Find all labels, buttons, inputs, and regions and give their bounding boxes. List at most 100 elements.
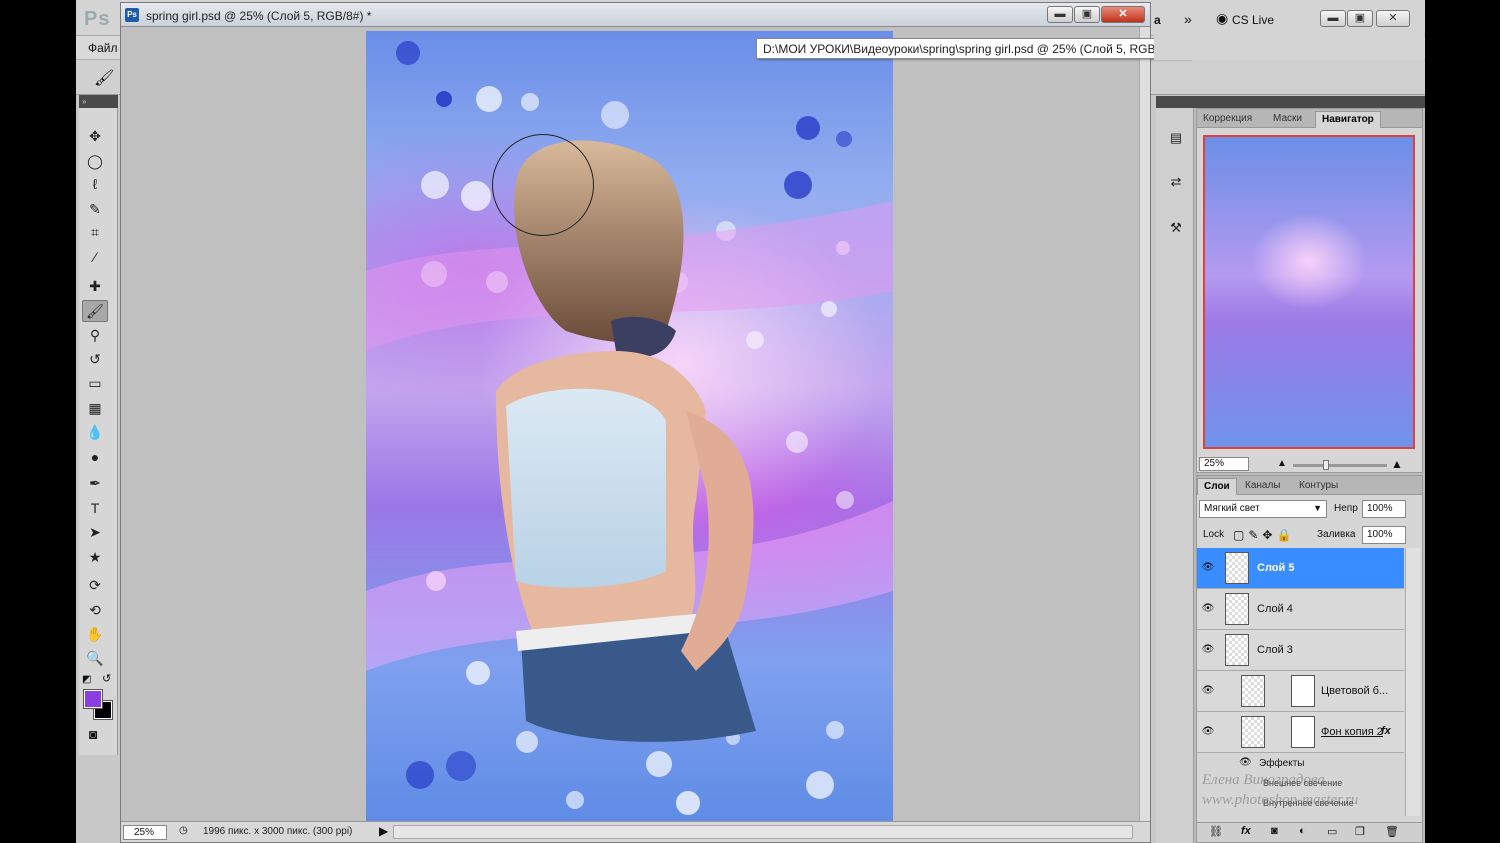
zoom-in-icon[interactable]: ▲ xyxy=(1391,457,1403,471)
actions-panel-icon[interactable]: ⚒ xyxy=(1164,216,1188,240)
navigator-zoom-slider[interactable] xyxy=(1293,464,1387,467)
gradient-tool-icon[interactable]: ▦ xyxy=(82,397,108,419)
status-menu-arrow-icon[interactable]: ▶ xyxy=(379,824,388,838)
adjustment-layer-icon[interactable]: ◐ xyxy=(1299,825,1306,837)
visibility-eye-icon[interactable]: 👁 xyxy=(1201,684,1215,698)
vertical-scrollbar[interactable] xyxy=(1139,27,1150,823)
blend-mode-select[interactable]: Мягкий свет ▼ xyxy=(1199,500,1327,518)
visibility-eye-icon[interactable]: 👁 xyxy=(1201,725,1215,739)
navigator-zoom-field[interactable]: 25% xyxy=(1199,457,1249,471)
foreground-color-swatch[interactable] xyxy=(83,689,103,709)
layer-mask-thumbnail[interactable] xyxy=(1291,675,1315,707)
navigator-panel: Коррекция Маски Навигатор 25% ▲ ▲ xyxy=(1196,108,1423,473)
toolbox-collapse-handle[interactable]: » xyxy=(79,95,118,108)
layer-name: Цветовой б... xyxy=(1321,685,1389,697)
tab-corrections[interactable]: Коррекция xyxy=(1197,111,1258,128)
new-layer-icon[interactable]: ❐ xyxy=(1355,825,1365,838)
layer-row[interactable]: 👁 Слой 3 xyxy=(1197,630,1404,671)
quick-mask-icon[interactable]: ◙ xyxy=(89,726,97,742)
panel-dock-header[interactable] xyxy=(1156,96,1425,108)
type-tool-icon[interactable]: T xyxy=(82,497,108,519)
artwork-canvas[interactable] xyxy=(366,31,893,822)
brush-preset-icon[interactable]: 🖌 xyxy=(94,68,114,88)
move-tool-icon[interactable]: ✥ xyxy=(82,125,108,147)
shape-tool-icon[interactable]: ★ xyxy=(82,546,108,568)
maximize-button[interactable]: ▣ xyxy=(1074,6,1100,23)
layer-name: Слой 3 xyxy=(1257,644,1293,656)
3d-rotate-tool-icon[interactable]: ⟳ xyxy=(82,574,108,596)
eraser-tool-icon[interactable]: ▭ xyxy=(82,372,108,394)
status-icon[interactable]: ◷ xyxy=(179,825,188,836)
horizontal-scrollbar[interactable] xyxy=(393,825,1133,839)
quick-select-tool-icon[interactable]: ✎ xyxy=(82,198,108,220)
layer-mask-thumbnail[interactable] xyxy=(1291,716,1315,748)
layer-thumbnail xyxy=(1225,552,1249,584)
lasso-tool-icon[interactable]: ℓ xyxy=(82,173,108,195)
fx-icon[interactable]: fx xyxy=(1241,825,1251,837)
cs-live-menu[interactable]: CS Live xyxy=(1232,13,1274,27)
menu-file[interactable]: Файл xyxy=(88,41,118,55)
photoshop-window: Ps Файл 🖌 » ✥ ◯ ℓ ✎ ⌗ ⁄ ✚ 🖌 ⚲ ↺ ▭ ▦ 💧 ● ✒ T ➤ ★ ⟳ ⟲ ✋ 🔍 ◩ ↺ ◙… xyxy=(76,0,1425,843)
add-mask-icon[interactable]: ◙ xyxy=(1271,825,1278,837)
effects-label: Эффекты xyxy=(1259,758,1305,769)
workspace-label: а xyxy=(1154,13,1161,27)
tab-masks[interactable]: Маски xyxy=(1267,111,1308,128)
app-restore-button[interactable]: ▣ xyxy=(1347,10,1373,27)
clone-stamp-tool-icon[interactable]: ⚲ xyxy=(82,324,108,346)
watermark-site: www.photoshop-master.ru xyxy=(1202,792,1359,808)
fill-field[interactable]: 100% xyxy=(1362,526,1406,544)
hand-tool-icon[interactable]: ✋ xyxy=(82,623,108,645)
close-button[interactable]: ✕ xyxy=(1101,6,1145,23)
tab-layers[interactable]: Слои xyxy=(1197,478,1237,495)
app-close-button[interactable]: ✕ xyxy=(1376,10,1410,27)
path-select-tool-icon[interactable]: ➤ xyxy=(82,521,108,543)
navigator-thumbnail[interactable] xyxy=(1203,135,1415,449)
history-brush-tool-icon[interactable]: ↺ xyxy=(82,348,108,370)
dodge-tool-icon[interactable]: ● xyxy=(82,446,108,468)
effects-eye-icon[interactable]: 👁 xyxy=(1239,757,1252,768)
layer-row[interactable]: 👁 Слой 5 xyxy=(1197,548,1404,589)
status-bar: 25% ◷ 1996 пикс. x 3000 пикс. (300 ppi) … xyxy=(121,821,1150,842)
new-group-icon[interactable]: ▭ xyxy=(1327,825,1337,838)
app-minimize-button[interactable]: ▬ xyxy=(1320,10,1346,27)
document-ps-icon: Ps xyxy=(125,8,139,22)
tab-channels[interactable]: Каналы xyxy=(1239,478,1287,495)
minimize-button[interactable]: ▬ xyxy=(1047,6,1073,23)
layer-name: Слой 5 xyxy=(1257,562,1295,574)
link-layers-icon[interactable]: ⛓ xyxy=(1209,825,1223,838)
layers-scrollbar[interactable] xyxy=(1405,548,1420,816)
delete-layer-icon[interactable]: 🗑 xyxy=(1385,825,1399,838)
visibility-eye-icon[interactable]: 👁 xyxy=(1201,643,1215,657)
zoom-tool-icon[interactable]: 🔍 xyxy=(82,647,108,669)
navigator-slider-handle[interactable] xyxy=(1323,460,1329,470)
layer-row[interactable]: fx 👁 Фон копия 2 xyxy=(1197,712,1404,753)
visibility-eye-icon[interactable]: 👁 xyxy=(1201,602,1215,616)
lock-label: Lock xyxy=(1203,529,1225,540)
3d-orbit-tool-icon[interactable]: ⟲ xyxy=(82,599,108,621)
cs-live-icon[interactable]: ◉ xyxy=(1216,10,1228,27)
more-workspaces-icon[interactable]: » xyxy=(1184,11,1192,27)
marquee-tool-icon[interactable]: ◯ xyxy=(82,150,108,172)
tab-navigator[interactable]: Навигатор xyxy=(1315,111,1381,128)
blur-tool-icon[interactable]: 💧 xyxy=(82,421,108,443)
layer-row[interactable]: 👁 Слой 4 xyxy=(1197,589,1404,630)
default-colors-icon[interactable]: ◩ xyxy=(82,674,91,685)
mini-bridge-icon[interactable]: ▤ xyxy=(1164,126,1188,150)
zoom-out-icon[interactable]: ▲ xyxy=(1277,458,1287,469)
brush-tool-icon[interactable]: 🖌 xyxy=(82,300,108,322)
eyedropper-tool-icon[interactable]: ⁄ xyxy=(82,246,108,268)
tab-paths[interactable]: Контуры xyxy=(1293,478,1344,495)
document-title-bar[interactable]: Ps spring girl.psd @ 25% (Слой 5, RGB/8#… xyxy=(121,3,1150,27)
layer-thumbnail xyxy=(1241,716,1265,748)
swap-colors-icon[interactable]: ↺ xyxy=(102,672,111,685)
lock-icons[interactable]: ▢✎✥🔒 xyxy=(1233,528,1295,542)
history-panel-icon[interactable]: ⇄ xyxy=(1164,170,1188,194)
visibility-eye-icon[interactable]: 👁 xyxy=(1201,561,1215,575)
pen-tool-icon[interactable]: ✒ xyxy=(82,472,108,494)
watermark: Елена Виноградова www.photoshop-master.r… xyxy=(1202,770,1358,810)
zoom-field[interactable]: 25% xyxy=(123,825,167,840)
opacity-field[interactable]: 100% xyxy=(1362,500,1406,518)
layer-row[interactable]: 👁 Цветовой б... xyxy=(1197,671,1404,712)
healing-brush-tool-icon[interactable]: ✚ xyxy=(82,275,108,297)
crop-tool-icon[interactable]: ⌗ xyxy=(82,221,108,243)
